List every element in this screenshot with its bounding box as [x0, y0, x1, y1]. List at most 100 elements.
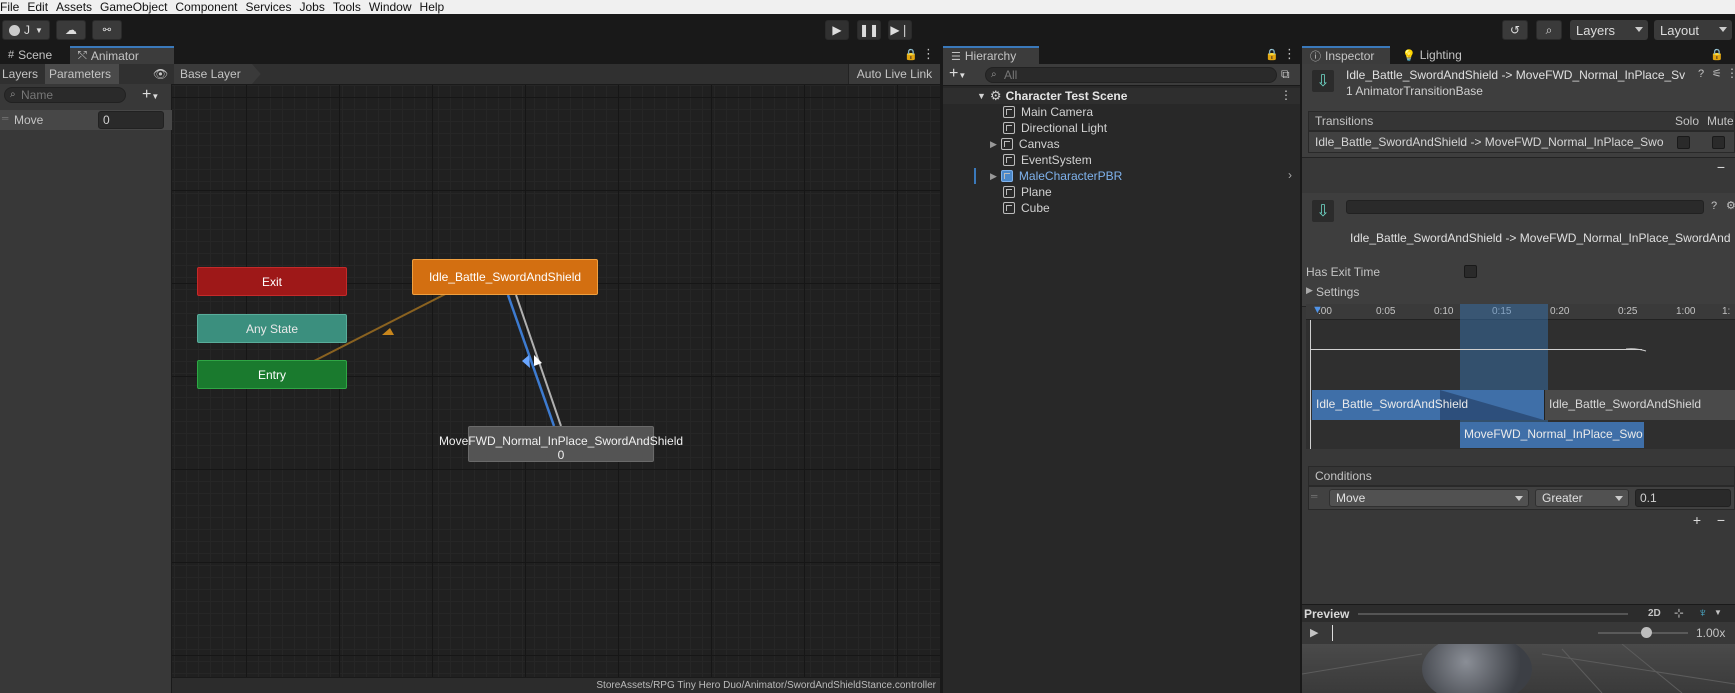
- expand-arrow-icon[interactable]: ▶: [990, 171, 997, 182]
- cloud-button[interactable]: ☁: [56, 20, 86, 40]
- parameter-name[interactable]: Move: [14, 113, 43, 127]
- expand-arrow-icon[interactable]: ▶: [1306, 285, 1313, 296]
- menu-edit[interactable]: Edit: [27, 1, 56, 13]
- eye-icon[interactable]: 👁: [153, 67, 168, 81]
- help-icon[interactable]: ?: [1698, 68, 1704, 80]
- hierarchy-item-directional-light[interactable]: Directional Light: [1003, 120, 1107, 136]
- create-button[interactable]: +▼: [949, 65, 966, 83]
- menu-help[interactable]: Help: [420, 1, 453, 13]
- tab-animator[interactable]: ⤲ Animator: [70, 46, 174, 64]
- solo-checkbox[interactable]: [1677, 136, 1690, 149]
- clip-to[interactable]: MoveFWD_Normal_InPlace_Swo: [1460, 422, 1644, 448]
- preview-play-icon[interactable]: ▶: [1310, 626, 1318, 639]
- tab-scene[interactable]: # Scene: [0, 46, 60, 64]
- play-button[interactable]: ▶: [825, 20, 849, 40]
- menu-assets[interactable]: Assets: [56, 1, 100, 13]
- speed-slider-thumb[interactable]: [1641, 627, 1652, 638]
- pivot-icon[interactable]: ⊹: [1674, 606, 1684, 620]
- drag-handle-icon[interactable]: ═: [2, 113, 8, 123]
- tab-lighting[interactable]: 💡 Lighting: [1394, 46, 1470, 64]
- subtab-parameters-label: Parameters: [49, 67, 112, 81]
- transition-list-item[interactable]: Idle_Battle_SwordAndShield -> MoveFWD_No…: [1308, 131, 1735, 153]
- menu-window[interactable]: Window: [369, 1, 420, 13]
- transition-line-selected[interactable]: [506, 294, 556, 427]
- search-filter-icon[interactable]: ⧉: [1281, 67, 1290, 82]
- search-button[interactable]: ⌕: [1536, 20, 1562, 40]
- preview-drag-handle[interactable]: [1358, 613, 1628, 615]
- more-menu-icon[interactable]: ⋮: [1280, 88, 1292, 102]
- collab-button[interactable]: ⚯: [92, 20, 122, 40]
- step-button[interactable]: ▶❘: [888, 20, 912, 40]
- parameter-value-field[interactable]: 0: [98, 111, 164, 129]
- hierarchy-item-malecharacterpbr[interactable]: ▶ MaleCharacterPBR ›: [990, 168, 1300, 184]
- condition-parameter-dropdown[interactable]: Move: [1329, 489, 1529, 507]
- mute-checkbox[interactable]: [1712, 136, 1725, 149]
- clip-from[interactable]: Idle_Battle_SwordAndShield: [1312, 390, 1544, 420]
- expand-arrow-icon[interactable]: ▶: [990, 139, 997, 150]
- menu-component[interactable]: Component: [175, 1, 245, 13]
- tab-hierarchy[interactable]: ☰ Hierarchy: [943, 46, 1039, 64]
- avatar-icon[interactable]: ♆: [1698, 605, 1708, 620]
- pause-button[interactable]: ❚❚: [857, 20, 881, 40]
- hierarchy-item-canvas[interactable]: ▶ Canvas: [990, 136, 1060, 152]
- hierarchy-item-plane[interactable]: Plane: [1003, 184, 1052, 200]
- settings-foldout[interactable]: Settings: [1316, 285, 1359, 299]
- remove-condition-button[interactable]: −: [1710, 512, 1732, 528]
- more-menu-icon[interactable]: ⋮: [1726, 66, 1735, 80]
- help-icon[interactable]: ?: [1711, 200, 1717, 212]
- account-dropdown[interactable]: J ▼: [2, 20, 50, 40]
- sliders-icon[interactable]: ⚟: [1712, 67, 1722, 80]
- gear-icon[interactable]: ⚙: [1726, 199, 1735, 212]
- hierarchy-item-main-camera[interactable]: Main Camera: [1003, 104, 1093, 120]
- remove-transition-button[interactable]: −: [1710, 159, 1732, 175]
- menu-file[interactable]: File: [0, 1, 27, 13]
- preview-viewport[interactable]: [1302, 644, 1735, 693]
- layers-dropdown[interactable]: Layers: [1570, 20, 1648, 40]
- layout-dropdown[interactable]: Layout: [1654, 20, 1732, 40]
- state-entry[interactable]: Entry: [197, 360, 347, 389]
- hierarchy-item-eventsystem[interactable]: EventSystem: [1003, 152, 1092, 168]
- lock-icon[interactable]: 🔒: [904, 48, 918, 61]
- chevron-right-icon[interactable]: ›: [1288, 168, 1292, 182]
- more-menu-icon[interactable]: ⋮: [922, 46, 935, 62]
- animator-graph[interactable]: Exit Any State Entry Idle_Battle_SwordAn…: [172, 85, 940, 693]
- scene-row[interactable]: ▼ ⚙ Character Test Scene ⋮: [943, 88, 1300, 104]
- preview-scrubber[interactable]: [1332, 625, 1333, 641]
- menu-jobs[interactable]: Jobs: [299, 1, 332, 13]
- subtab-parameters[interactable]: Parameters: [45, 64, 119, 84]
- scene-name: Character Test Scene: [1005, 89, 1128, 103]
- condition-mode-dropdown[interactable]: Greater: [1535, 489, 1629, 507]
- add-parameter-button[interactable]: +▼: [142, 86, 159, 104]
- add-condition-button[interactable]: +: [1686, 512, 1708, 528]
- drag-handle-icon[interactable]: ═: [1311, 491, 1317, 501]
- tab-inspector[interactable]: ⓘ Inspector: [1302, 46, 1390, 64]
- expand-arrow-icon[interactable]: ▼: [977, 91, 986, 101]
- menu-tools[interactable]: Tools: [333, 1, 369, 13]
- parameter-search-input[interactable]: ⌕ Name: [4, 87, 126, 103]
- condition-threshold-field[interactable]: 0.1: [1635, 489, 1731, 507]
- account-icon: [9, 24, 21, 36]
- transition-timeline[interactable]: :00 0:05 0:10 0:15 0:20 0:25 1:00 1: ▼ I…: [1306, 304, 1735, 449]
- state-any-state[interactable]: Any State: [197, 314, 347, 343]
- clip-from-next[interactable]: Idle_Battle_SwordAndShield: [1544, 390, 1735, 420]
- menu-services[interactable]: Services: [245, 1, 299, 13]
- subtab-layers[interactable]: Layers: [0, 64, 44, 84]
- state-exit[interactable]: Exit: [197, 267, 347, 296]
- has-exit-time-checkbox[interactable]: [1464, 265, 1477, 278]
- condition-row[interactable]: ═ Move Greater 0.1: [1308, 486, 1735, 510]
- state-idle-default[interactable]: Idle_Battle_SwordAndShield: [412, 259, 598, 295]
- chevron-down-icon[interactable]: ▼: [1714, 608, 1722, 617]
- transition-settings-header: ⇩ ? ⚙ Idle_Battle_SwordAndShield -> Move…: [1302, 193, 1735, 307]
- preview-2d-toggle[interactable]: 2D: [1648, 608, 1661, 619]
- hierarchy-search-input[interactable]: ⌕ All: [985, 67, 1277, 83]
- lock-icon[interactable]: 🔒: [1710, 48, 1724, 61]
- history-button[interactable]: ↺: [1502, 20, 1528, 40]
- parameter-row[interactable]: ═ Move 0: [0, 110, 172, 130]
- hierarchy-item-cube[interactable]: Cube: [1003, 200, 1050, 216]
- breadcrumb[interactable]: Base Layer: [174, 64, 261, 84]
- transition-name-field[interactable]: [1346, 200, 1704, 214]
- lock-icon[interactable]: 🔒: [1265, 48, 1279, 61]
- more-menu-icon[interactable]: ⋮: [1283, 46, 1296, 62]
- auto-live-link-button[interactable]: Auto Live Link: [848, 64, 940, 84]
- menu-gameobject[interactable]: GameObject: [100, 1, 175, 13]
